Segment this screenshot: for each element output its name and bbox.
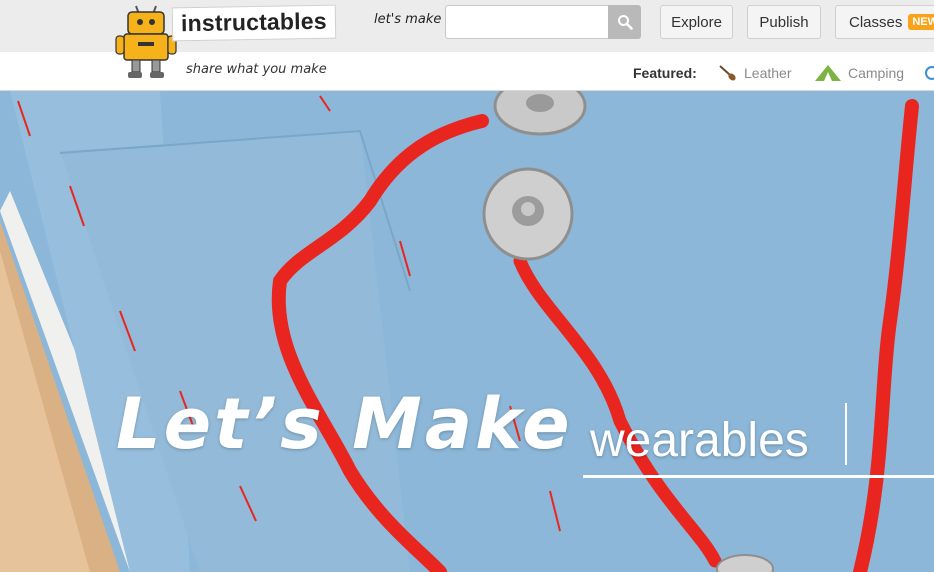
- featured-item-label: Camping: [848, 65, 905, 81]
- explore-button[interactable]: Explore: [660, 5, 733, 39]
- partial-icon: [925, 66, 934, 80]
- hero-felt-image: [0, 91, 934, 572]
- classes-button[interactable]: Classes NEW!: [835, 5, 934, 39]
- hero-rotating-word: wearables: [590, 414, 809, 467]
- hero-title: Let’s Make: [116, 383, 573, 465]
- tagline: share what you make: [186, 62, 327, 77]
- search-label: let's make: [374, 12, 442, 27]
- classes-label: Classes: [849, 13, 903, 31]
- search-icon: [617, 15, 633, 30]
- featured-item-label: Leather: [744, 65, 792, 81]
- robot-logo-icon[interactable]: [114, 2, 178, 82]
- featured-item-camping[interactable]: Camping: [814, 64, 904, 82]
- search-input[interactable]: [445, 5, 609, 39]
- tent-icon: [815, 65, 841, 81]
- publish-button[interactable]: Publish: [747, 5, 821, 39]
- hero-underline: [583, 475, 934, 478]
- leather-tool-icon: [719, 65, 736, 81]
- text-caret: [845, 403, 847, 465]
- search-button[interactable]: [608, 5, 641, 39]
- hero-banner[interactable]: Let’s Make wearables: [0, 91, 934, 572]
- featured-item-leather[interactable]: Leather: [718, 64, 791, 82]
- featured-item-partial[interactable]: [924, 64, 934, 82]
- new-badge: NEW!: [908, 14, 934, 30]
- featured-label: Featured:: [633, 65, 697, 81]
- logo-wordmark[interactable]: instructables: [171, 4, 337, 42]
